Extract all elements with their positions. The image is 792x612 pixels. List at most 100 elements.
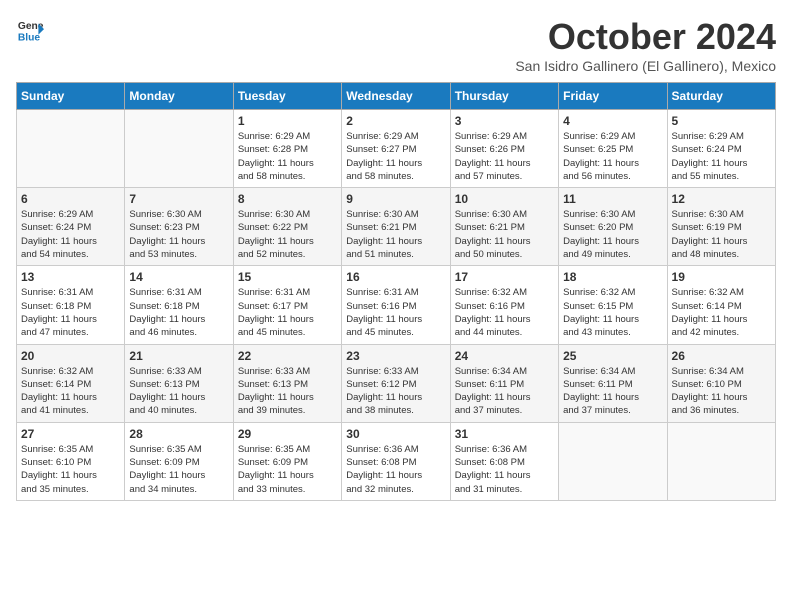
day-number: 17 xyxy=(455,270,554,284)
day-header-saturday: Saturday xyxy=(667,83,775,110)
calendar-cell: 1Sunrise: 6:29 AM Sunset: 6:28 PM Daylig… xyxy=(233,110,341,188)
week-row-1: 1Sunrise: 6:29 AM Sunset: 6:28 PM Daylig… xyxy=(17,110,776,188)
cell-info: Sunrise: 6:31 AM Sunset: 6:17 PM Dayligh… xyxy=(238,286,337,339)
day-header-thursday: Thursday xyxy=(450,83,558,110)
day-number: 19 xyxy=(672,270,771,284)
week-row-3: 13 Sunrise: 6:31 AM Sunset: 6:18 PM Dayli… xyxy=(17,266,776,344)
cell-info: Sunrise: 6:32 AM Sunset: 6:16 PM Dayligh… xyxy=(455,286,554,339)
day-number: 10 xyxy=(455,192,554,206)
calendar-cell xyxy=(125,110,233,188)
calendar-cell: 5 Sunrise: 6:29 AM Sunset: 6:24 PM Daylig… xyxy=(667,110,775,188)
day-number: 26 xyxy=(672,349,771,363)
day-number: 11 xyxy=(563,192,662,206)
day-header-monday: Monday xyxy=(125,83,233,110)
day-header-sunday: Sunday xyxy=(17,83,125,110)
calendar-cell: 3 Sunrise: 6:29 AM Sunset: 6:26 PM Daylig… xyxy=(450,110,558,188)
cell-info: Sunrise: 6:30 AM Sunset: 6:20 PM Dayligh… xyxy=(563,208,662,261)
cell-info: Sunrise: 6:32 AM Sunset: 6:14 PM Dayligh… xyxy=(672,286,771,339)
calendar-cell: 7Sunrise: 6:30 AM Sunset: 6:23 PM Daylig… xyxy=(125,188,233,266)
cell-info: Sunrise: 6:34 AM Sunset: 6:10 PM Dayligh… xyxy=(672,365,771,418)
title-area: October 2024 San Isidro Gallinero (El Ga… xyxy=(515,16,776,74)
calendar-cell: 22Sunrise: 6:33 AM Sunset: 6:13 PM Dayli… xyxy=(233,344,341,422)
day-header-friday: Friday xyxy=(559,83,667,110)
calendar-cell: 19 Sunrise: 6:32 AM Sunset: 6:14 PM Dayli… xyxy=(667,266,775,344)
calendar-cell: 31 Sunrise: 6:36 AM Sunset: 6:08 PM Dayli… xyxy=(450,422,558,500)
cell-info: Sunrise: 6:31 AM Sunset: 6:18 PM Dayligh… xyxy=(129,286,228,339)
day-number: 4 xyxy=(563,114,662,128)
cell-info: Sunrise: 6:33 AM Sunset: 6:13 PM Dayligh… xyxy=(238,365,337,418)
day-number: 6 xyxy=(21,192,120,206)
day-number: 30 xyxy=(346,427,445,441)
cell-info: Sunrise: 6:36 AM Sunset: 6:08 PM Dayligh… xyxy=(455,443,554,496)
header: General Blue October 2024 San Isidro Gal… xyxy=(16,16,776,74)
day-number: 31 xyxy=(455,427,554,441)
calendar-cell: 24Sunrise: 6:34 AM Sunset: 6:11 PM Dayli… xyxy=(450,344,558,422)
day-number: 3 xyxy=(455,114,554,128)
cell-info: Sunrise: 6:36 AM Sunset: 6:08 PM Dayligh… xyxy=(346,443,445,496)
day-number: 13 xyxy=(21,270,120,284)
logo: General Blue xyxy=(16,16,44,44)
cell-info: Sunrise: 6:32 AM Sunset: 6:15 PM Dayligh… xyxy=(563,286,662,339)
calendar-table: SundayMondayTuesdayWednesdayThursdayFrid… xyxy=(16,82,776,501)
logo-icon: General Blue xyxy=(16,16,44,44)
calendar-cell: 17 Sunrise: 6:32 AM Sunset: 6:16 PM Dayli… xyxy=(450,266,558,344)
location-subtitle: San Isidro Gallinero (El Gallinero), Mex… xyxy=(515,58,776,74)
cell-info: Sunrise: 6:34 AM Sunset: 6:11 PM Dayligh… xyxy=(563,365,662,418)
cell-info: Sunrise: 6:35 AM Sunset: 6:09 PM Dayligh… xyxy=(129,443,228,496)
cell-info: Sunrise: 6:30 AM Sunset: 6:21 PM Dayligh… xyxy=(346,208,445,261)
calendar-cell: 25 Sunrise: 6:34 AM Sunset: 6:11 PM Dayli… xyxy=(559,344,667,422)
calendar-cell: 18 Sunrise: 6:32 AM Sunset: 6:15 PM Dayli… xyxy=(559,266,667,344)
svg-text:Blue: Blue xyxy=(18,32,41,43)
cell-info: Sunrise: 6:30 AM Sunset: 6:21 PM Dayligh… xyxy=(455,208,554,261)
week-row-2: 6 Sunrise: 6:29 AM Sunset: 6:24 PM Daylig… xyxy=(17,188,776,266)
day-number: 28 xyxy=(129,427,228,441)
calendar-cell: 15 Sunrise: 6:31 AM Sunset: 6:17 PM Dayli… xyxy=(233,266,341,344)
day-number: 16 xyxy=(346,270,445,284)
calendar-cell xyxy=(667,422,775,500)
calendar-cell: 23 Sunrise: 6:33 AM Sunset: 6:12 PM Dayli… xyxy=(342,344,450,422)
calendar-cell: 30 Sunrise: 6:36 AM Sunset: 6:08 PM Dayli… xyxy=(342,422,450,500)
cell-info: Sunrise: 6:30 AM Sunset: 6:19 PM Dayligh… xyxy=(672,208,771,261)
day-number: 27 xyxy=(21,427,120,441)
day-number: 15 xyxy=(238,270,337,284)
day-header-wednesday: Wednesday xyxy=(342,83,450,110)
cell-info: Sunrise: 6:29 AM Sunset: 6:24 PM Dayligh… xyxy=(672,130,771,183)
day-number: 5 xyxy=(672,114,771,128)
cell-info: Sunrise: 6:32 AM Sunset: 6:14 PM Dayligh… xyxy=(21,365,120,418)
day-number: 1 xyxy=(238,114,337,128)
cell-info: Sunrise: 6:34 AM Sunset: 6:11 PM Dayligh… xyxy=(455,365,554,418)
day-number: 9 xyxy=(346,192,445,206)
calendar-cell: 28 Sunrise: 6:35 AM Sunset: 6:09 PM Dayli… xyxy=(125,422,233,500)
month-title: October 2024 xyxy=(515,16,776,58)
week-row-4: 20Sunrise: 6:32 AM Sunset: 6:14 PM Dayli… xyxy=(17,344,776,422)
cell-info: Sunrise: 6:29 AM Sunset: 6:27 PM Dayligh… xyxy=(346,130,445,183)
day-number: 2 xyxy=(346,114,445,128)
calendar-cell: 20Sunrise: 6:32 AM Sunset: 6:14 PM Dayli… xyxy=(17,344,125,422)
cell-info: Sunrise: 6:29 AM Sunset: 6:25 PM Dayligh… xyxy=(563,130,662,183)
calendar-cell: 13 Sunrise: 6:31 AM Sunset: 6:18 PM Dayli… xyxy=(17,266,125,344)
cell-info: Sunrise: 6:29 AM Sunset: 6:24 PM Dayligh… xyxy=(21,208,120,261)
calendar-cell: 9 Sunrise: 6:30 AM Sunset: 6:21 PM Daylig… xyxy=(342,188,450,266)
day-number: 21 xyxy=(129,349,228,363)
cell-info: Sunrise: 6:31 AM Sunset: 6:16 PM Dayligh… xyxy=(346,286,445,339)
cell-info: Sunrise: 6:31 AM Sunset: 6:18 PM Dayligh… xyxy=(21,286,120,339)
calendar-cell: 8Sunrise: 6:30 AM Sunset: 6:22 PM Daylig… xyxy=(233,188,341,266)
calendar-cell xyxy=(559,422,667,500)
header-row: SundayMondayTuesdayWednesdayThursdayFrid… xyxy=(17,83,776,110)
cell-info: Sunrise: 6:29 AM Sunset: 6:26 PM Dayligh… xyxy=(455,130,554,183)
calendar-cell: 27 Sunrise: 6:35 AM Sunset: 6:10 PM Dayli… xyxy=(17,422,125,500)
day-header-tuesday: Tuesday xyxy=(233,83,341,110)
day-number: 25 xyxy=(563,349,662,363)
day-number: 23 xyxy=(346,349,445,363)
cell-info: Sunrise: 6:33 AM Sunset: 6:12 PM Dayligh… xyxy=(346,365,445,418)
cell-info: Sunrise: 6:30 AM Sunset: 6:23 PM Dayligh… xyxy=(129,208,228,261)
day-number: 18 xyxy=(563,270,662,284)
calendar-cell: 12 Sunrise: 6:30 AM Sunset: 6:19 PM Dayli… xyxy=(667,188,775,266)
calendar-cell: 14 Sunrise: 6:31 AM Sunset: 6:18 PM Dayli… xyxy=(125,266,233,344)
calendar-cell: 10 Sunrise: 6:30 AM Sunset: 6:21 PM Dayli… xyxy=(450,188,558,266)
cell-info: Sunrise: 6:35 AM Sunset: 6:10 PM Dayligh… xyxy=(21,443,120,496)
week-row-5: 27 Sunrise: 6:35 AM Sunset: 6:10 PM Dayli… xyxy=(17,422,776,500)
day-number: 8 xyxy=(238,192,337,206)
day-number: 12 xyxy=(672,192,771,206)
day-number: 14 xyxy=(129,270,228,284)
